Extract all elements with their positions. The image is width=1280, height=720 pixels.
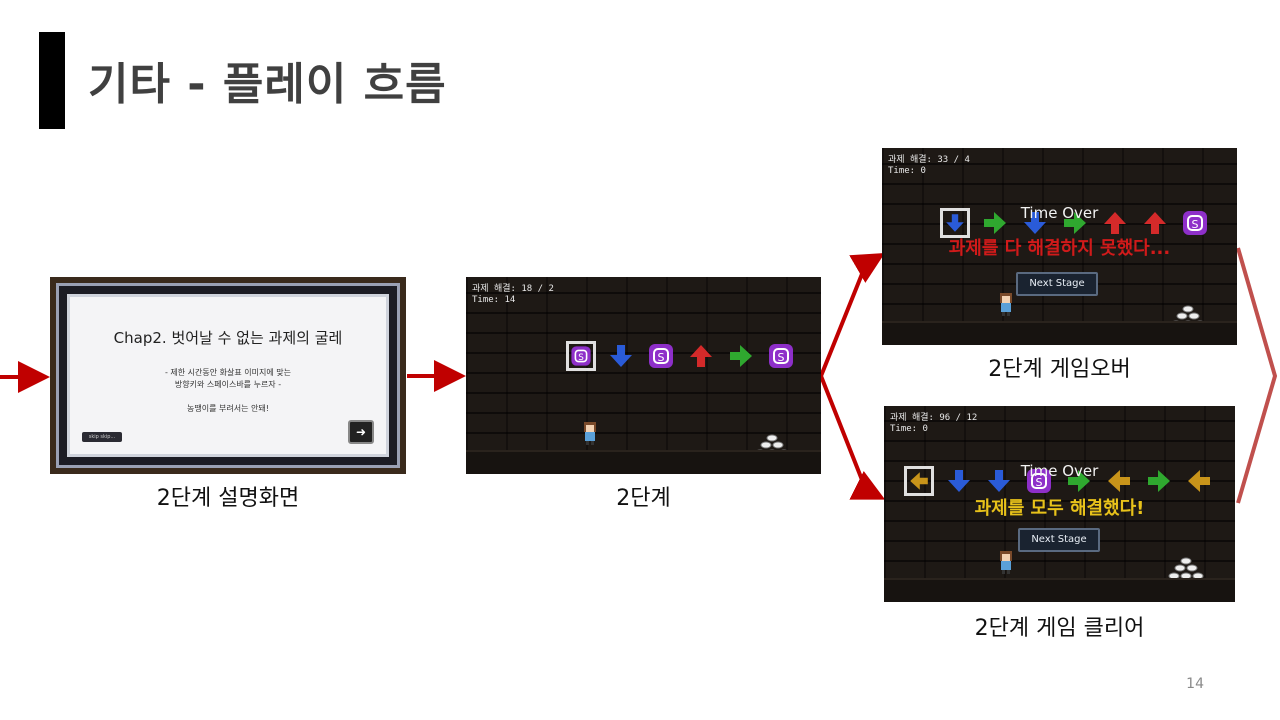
hud-tasks: 과제 해결: 18 / 2 (472, 284, 554, 294)
hud-time: Time: 0 (890, 424, 928, 434)
hud-tasks: 과제 해결: 96 / 12 (890, 413, 978, 423)
arrow-branch-clear (819, 375, 886, 500)
player-character (584, 422, 596, 445)
explain-screen: Chap2. 벗어날 수 없는 과제의 굴레 - 제한 시간동안 화살표 이미지… (50, 277, 406, 474)
svg-text:S: S (658, 351, 665, 364)
next-stage-button[interactable]: Next Stage (1016, 272, 1098, 296)
clear-caption: 2단계 게임 클리어 (974, 616, 1145, 641)
closing-bracket (1236, 247, 1278, 504)
page-number: 14 (1186, 676, 1204, 692)
time-over-text: Time Over (1020, 204, 1099, 222)
clear-screen: 과제 해결: 96 / 12 Time: 0 S Time Over 과제를 모… (884, 406, 1235, 602)
hud-tasks: 과제 해결: 33 / 4 (888, 155, 970, 165)
space-s-icon: S (646, 341, 676, 371)
skip-button[interactable]: skip skip... (82, 432, 122, 442)
gameover-caption: 2단계 게임오버 (988, 357, 1131, 382)
explain-line-3: 농땡이를 부려서는 안돼! (187, 404, 269, 413)
floor (466, 450, 821, 474)
explain-frame: Chap2. 벗어날 수 없는 과제의 굴레 - 제한 시간동안 화살표 이미지… (56, 283, 400, 468)
arrow-up-icon (686, 341, 716, 371)
floor (882, 321, 1237, 345)
floor (884, 578, 1235, 602)
explain-paper: Chap2. 벗어날 수 없는 과제의 굴레 - 제한 시간동안 화살표 이미지… (67, 294, 389, 457)
time-over-text: Time Over (1020, 462, 1099, 480)
player-character (1000, 293, 1012, 316)
explain-caption: 2단계 설명화면 (156, 486, 300, 511)
space-s-icon: S (766, 341, 796, 371)
gameover-screen: 과제 해결: 33 / 4 Time: 0 S Time Over 과제를 다 … (882, 148, 1237, 345)
hud-time: Time: 14 (472, 295, 516, 305)
arrow-down-icon (606, 341, 636, 371)
clear-message: 과제를 모두 해결했다! (974, 498, 1145, 519)
gameover-message: 과제를 다 해결하지 못했다... (948, 238, 1171, 259)
hud-time: Time: 0 (888, 166, 926, 176)
arrow-right-icon (726, 341, 756, 371)
stage-screen: 과제 해결: 18 / 2 Time: 14 S S S (466, 277, 821, 474)
explain-line-1: - 제한 시간동안 화살표 이미지에 맞는 (164, 368, 291, 377)
player-character (1000, 551, 1012, 574)
next-stage-button[interactable]: Next Stage (1018, 528, 1100, 552)
svg-text:S: S (778, 351, 785, 364)
stage-caption: 2단계 (616, 486, 671, 511)
svg-text:S: S (578, 353, 584, 363)
explain-line-2: 방향키와 스페이스바를 누르자 - (174, 380, 282, 389)
explain-heading: Chap2. 벗어날 수 없는 과제의 굴레 (113, 329, 343, 347)
arrow-branch-gameover (819, 252, 885, 377)
space-s-icon: S (566, 341, 596, 371)
next-arrow-button[interactable]: ➜ (348, 420, 374, 444)
